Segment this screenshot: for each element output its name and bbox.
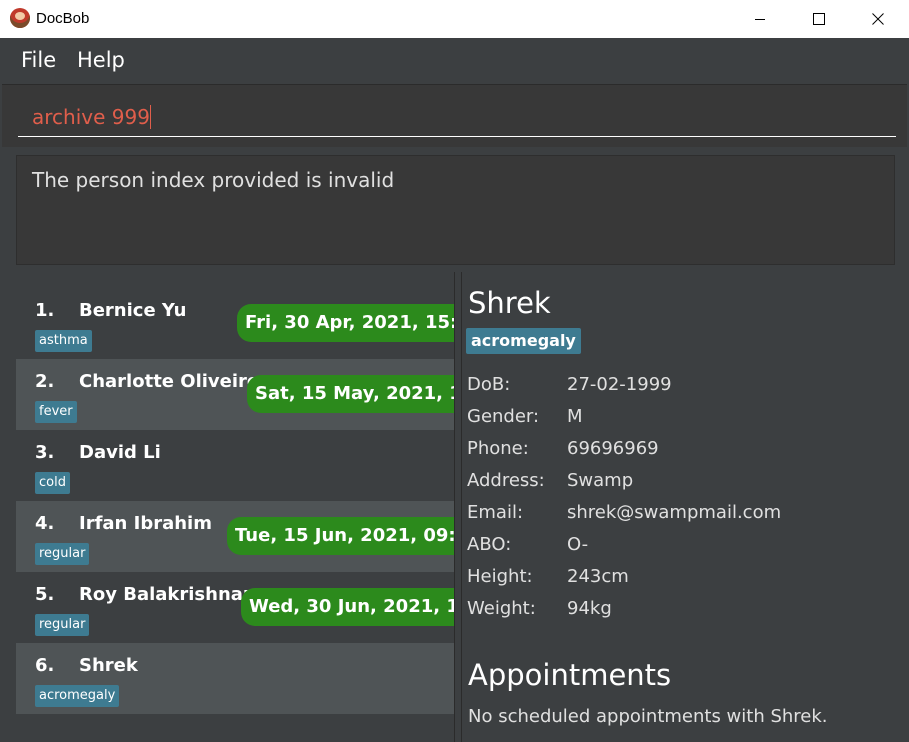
window-title: DocBob <box>36 10 90 27</box>
detail-tag: acromegaly <box>466 328 581 354</box>
close-icon[interactable] <box>855 0 901 38</box>
text-caret <box>149 105 151 129</box>
menu-help[interactable]: Help <box>77 48 125 72</box>
gender-label: Gender: <box>467 406 540 427</box>
email-label: Email: <box>467 502 524 523</box>
phone-value: 69696969 <box>567 438 659 459</box>
patient-index: 1. <box>35 300 55 321</box>
patient-tag: cold <box>35 472 70 494</box>
dob-label: DoB: <box>467 374 511 395</box>
abo-value: O- <box>567 534 589 555</box>
patient-card-1[interactable]: 1. Bernice Yu asthma Fri, 30 Apr, 2021, … <box>16 288 454 359</box>
patient-index: 5. <box>35 584 55 605</box>
app-logo-icon <box>10 8 30 28</box>
result-display-container: The person index provided is invalid <box>2 148 907 270</box>
minimize-icon[interactable] <box>737 0 783 38</box>
split-pane-divider[interactable] <box>454 272 462 742</box>
gender-value: M <box>567 406 583 427</box>
command-box: archive 999 <box>2 84 907 147</box>
patient-name: Irfan Ibrahim <box>79 513 212 534</box>
patient-tag: regular <box>35 614 90 636</box>
patient-name: David Li <box>79 442 161 463</box>
height-label: Height: <box>467 566 533 587</box>
command-text: archive 999 <box>32 105 150 129</box>
maximize-icon[interactable] <box>796 0 842 38</box>
command-input[interactable]: archive 999 <box>18 103 896 137</box>
patient-card-3[interactable]: 3. David Li cold <box>16 430 454 501</box>
result-display[interactable]: The person index provided is invalid <box>16 155 895 265</box>
patient-tag: asthma <box>35 330 92 352</box>
patient-tag: fever <box>35 401 77 423</box>
patient-card-5[interactable]: 5. Roy Balakrishnan regular Wed, 30 Jun,… <box>16 572 454 643</box>
patient-card-4[interactable]: 4. Irfan Ibrahim regular Tue, 15 Jun, 20… <box>16 501 454 572</box>
patient-card-6[interactable]: 6. Shrek acromegaly <box>16 643 454 714</box>
weight-label: Weight: <box>467 598 536 619</box>
abo-label: ABO: <box>467 534 512 555</box>
title-bar: DocBob <box>0 0 909 38</box>
patient-index: 3. <box>35 442 55 463</box>
patient-index: 6. <box>35 655 55 676</box>
appointment-badge: Sat, 15 May, 2021, 14:00 <box>247 375 454 413</box>
email-value: shrek@swampmail.com <box>567 502 782 523</box>
weight-value: 94kg <box>567 598 612 619</box>
patient-card-2[interactable]: 2. Charlotte Oliveiro fever Sat, 15 May,… <box>16 359 454 430</box>
patient-tag: acromegaly <box>35 685 120 707</box>
patient-name: Charlotte Oliveiro <box>79 371 260 392</box>
patient-name: Shrek <box>79 655 138 676</box>
patient-name: Bernice Yu <box>79 300 187 321</box>
menu-bar: File Help <box>2 38 907 82</box>
appointment-badge: Fri, 30 Apr, 2021, 15:00 <box>237 304 454 342</box>
result-message: The person index provided is invalid <box>32 168 395 192</box>
patient-index: 2. <box>35 371 55 392</box>
appointments-heading: Appointments <box>468 658 672 692</box>
phone-label: Phone: <box>467 438 529 459</box>
address-label: Address: <box>467 470 545 491</box>
patient-tag: regular <box>35 543 90 565</box>
menu-file[interactable]: File <box>21 48 56 72</box>
appointment-badge: Wed, 30 Jun, 2021, 17:00 <box>241 588 454 626</box>
patient-name: Roy Balakrishnan <box>79 584 256 605</box>
patient-list[interactable]: 1. Bernice Yu asthma Fri, 30 Apr, 2021, … <box>16 288 454 714</box>
dob-value: 27-02-1999 <box>567 374 672 395</box>
detail-name: Shrek <box>468 286 551 320</box>
appointment-badge: Tue, 15 Jun, 2021, 09:00 <box>227 517 454 555</box>
patient-list-panel: 1. Bernice Yu asthma Fri, 30 Apr, 2021, … <box>2 272 454 742</box>
height-value: 243cm <box>567 566 629 587</box>
patient-index: 4. <box>35 513 55 534</box>
patient-detail-panel: Shrek acromegaly DoB: 27-02-1999 Gender:… <box>462 272 907 742</box>
address-value: Swamp <box>567 470 634 491</box>
appointments-empty-message: No scheduled appointments with Shrek. <box>468 706 828 727</box>
